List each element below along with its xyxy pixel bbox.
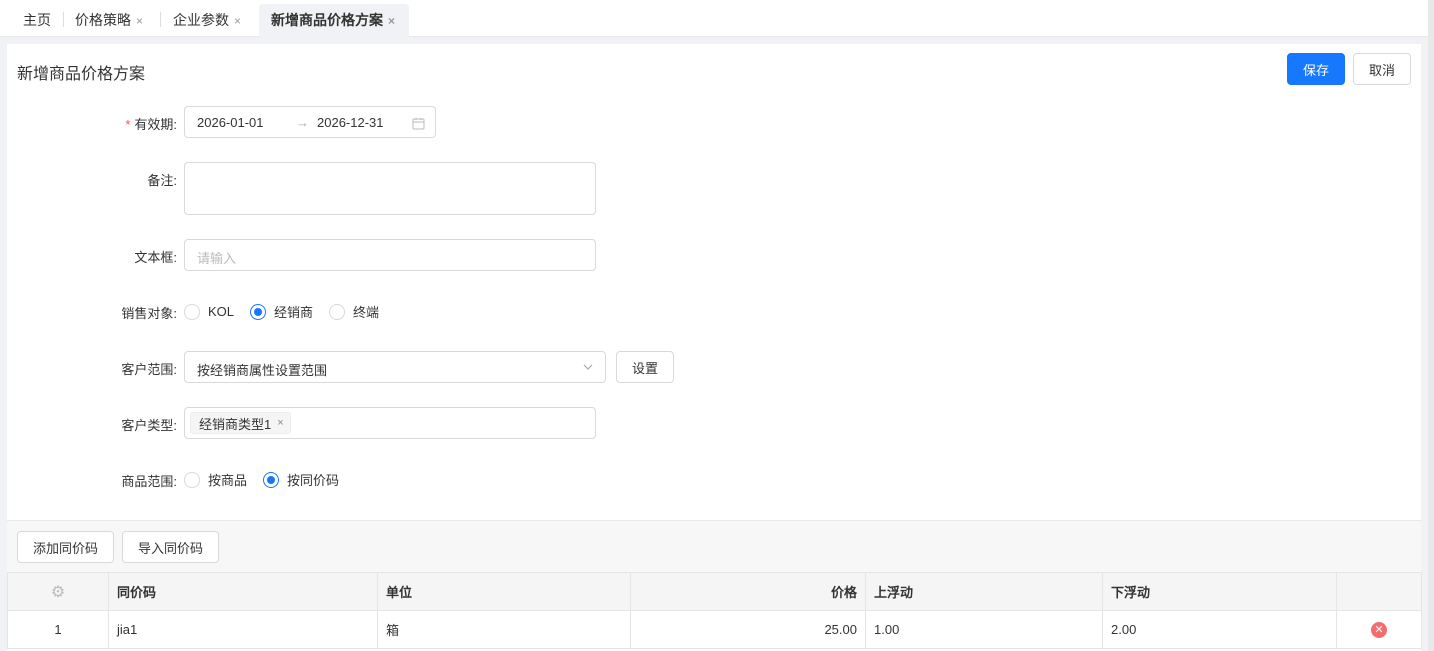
action-column-header xyxy=(1336,572,1422,611)
validity-label-text: 有效期: xyxy=(134,117,177,132)
cell-float-up[interactable]: 1.00 xyxy=(865,610,1103,649)
radio-circle[interactable] xyxy=(184,303,200,320)
radio-kol[interactable]: KOL xyxy=(184,303,235,320)
date-range-picker[interactable]: 2026-01-01 → 2026-12-31 xyxy=(184,106,436,138)
column-header: 下浮动 xyxy=(1102,572,1337,611)
column-header: 同价码 xyxy=(108,572,378,611)
sales-target-radio-group: KOL 经销商 终端 xyxy=(184,302,395,321)
radio-label: 按商品 xyxy=(208,473,248,488)
radio-circle[interactable] xyxy=(329,303,346,320)
calendar-icon xyxy=(412,118,425,130)
column-settings-header[interactable]: ⚙ xyxy=(7,572,109,611)
add-price-code-button[interactable]: 添加同价码 xyxy=(17,531,114,563)
text-input[interactable]: 请输入 xyxy=(184,239,596,271)
close-icon[interactable]: × xyxy=(277,417,283,429)
tab-bar: 主页 价格策略 × 企业参数 × 新增商品价格方案 × xyxy=(0,0,1434,37)
column-header: 价格 xyxy=(630,572,866,611)
column-header: 上浮动 xyxy=(865,572,1103,611)
tag-label: 经销商类型1 xyxy=(199,416,272,432)
customer-type-tag: 经销商类型1 × xyxy=(190,412,291,434)
table-toolbar: 添加同价码 导入同价码 xyxy=(7,520,1421,572)
close-icon[interactable]: × xyxy=(234,14,241,28)
textbox-label: 文本框: xyxy=(134,250,177,265)
cell-price[interactable]: 25.00 xyxy=(630,610,866,649)
customer-range-value: 按经销商属性设置范围 xyxy=(197,363,328,378)
row-index: 1 xyxy=(7,610,109,649)
radio-terminal[interactable]: 终端 xyxy=(329,302,379,321)
settings-button[interactable]: 设置 xyxy=(616,351,674,383)
page-title: 新增商品价格方案 xyxy=(17,66,146,83)
arrow-right-icon: → xyxy=(296,115,309,130)
customer-range-label: 客户范围: xyxy=(121,362,177,377)
tab-label: 主页 xyxy=(23,12,51,28)
radio-label: 按同价码 xyxy=(287,473,340,488)
radio-label: 经销商 xyxy=(274,305,314,320)
customer-range-select[interactable]: 按经销商属性设置范围 xyxy=(184,351,606,383)
tab-label: 企业参数 xyxy=(173,12,229,28)
cell-unit[interactable]: 箱 xyxy=(377,610,631,649)
validity-label: * 有效期: xyxy=(7,114,177,133)
cancel-button[interactable]: 取消 xyxy=(1353,53,1411,85)
tab-label: 价格策略 xyxy=(75,12,131,28)
cell-action: ✕ xyxy=(1336,610,1422,649)
remark-textarea[interactable] xyxy=(184,162,596,215)
tab-home[interactable]: 主页 xyxy=(23,0,51,37)
radio-distributor[interactable]: 经销商 xyxy=(250,302,313,321)
radio-circle-selected[interactable] xyxy=(263,471,280,488)
table-row: 1 jia1 箱 25.00 1.00 2.00 ✕ xyxy=(7,610,1422,649)
cell-price-code[interactable]: jia1 xyxy=(108,610,378,649)
radio-circle-selected[interactable] xyxy=(250,303,267,320)
product-range-radio-group: 按商品 按同价码 xyxy=(184,470,355,489)
close-icon[interactable]: × xyxy=(136,14,143,28)
text-input-placeholder: 请输入 xyxy=(197,251,237,266)
radio-label: KOL xyxy=(208,304,235,319)
delete-icon[interactable]: ✕ xyxy=(1371,622,1387,638)
cell-float-down[interactable]: 2.00 xyxy=(1102,610,1337,649)
end-date[interactable]: 2026-12-31 xyxy=(317,115,384,130)
tab-label: 新增商品价格方案 xyxy=(271,12,383,28)
remark-label: 备注: xyxy=(147,173,177,188)
save-button[interactable]: 保存 xyxy=(1287,53,1345,85)
required-mark: * xyxy=(125,117,131,132)
customer-type-label: 客户类型: xyxy=(121,418,177,433)
tab-enterprise-params[interactable]: 企业参数 × xyxy=(173,0,241,37)
window-edge xyxy=(1428,0,1434,651)
form-panel: 新增商品价格方案 保存 取消 * 有效期: 2026-01-01 → 2026-1… xyxy=(7,44,1422,651)
import-price-code-button[interactable]: 导入同价码 xyxy=(122,531,219,563)
price-code-table: ⚙ 同价码 单位 价格 上浮动 下浮动 1 jia1 箱 25.00 1.00 … xyxy=(7,572,1422,649)
gear-icon[interactable]: ⚙ xyxy=(51,584,65,601)
close-icon[interactable]: × xyxy=(388,14,395,28)
table-header-row: ⚙ 同价码 单位 价格 上浮动 下浮动 xyxy=(7,572,1422,611)
tab-new-price-plan[interactable]: 新增商品价格方案 × xyxy=(259,4,410,37)
radio-label: 终端 xyxy=(353,305,380,320)
chevron-down-icon xyxy=(583,364,593,370)
tab-divider xyxy=(160,12,161,27)
sales-target-label: 销售对象: xyxy=(121,306,177,321)
radio-by-price-code[interactable]: 按同价码 xyxy=(263,470,339,489)
radio-circle[interactable] xyxy=(184,471,200,488)
column-header: 单位 xyxy=(377,572,631,611)
start-date[interactable]: 2026-01-01 xyxy=(197,115,264,130)
customer-type-multiselect[interactable]: 经销商类型1 × xyxy=(184,407,596,439)
tab-divider xyxy=(63,12,64,27)
product-range-label: 商品范围: xyxy=(121,474,177,489)
tab-price-strategy[interactable]: 价格策略 × xyxy=(75,0,143,37)
radio-by-product[interactable]: 按商品 xyxy=(184,470,247,489)
